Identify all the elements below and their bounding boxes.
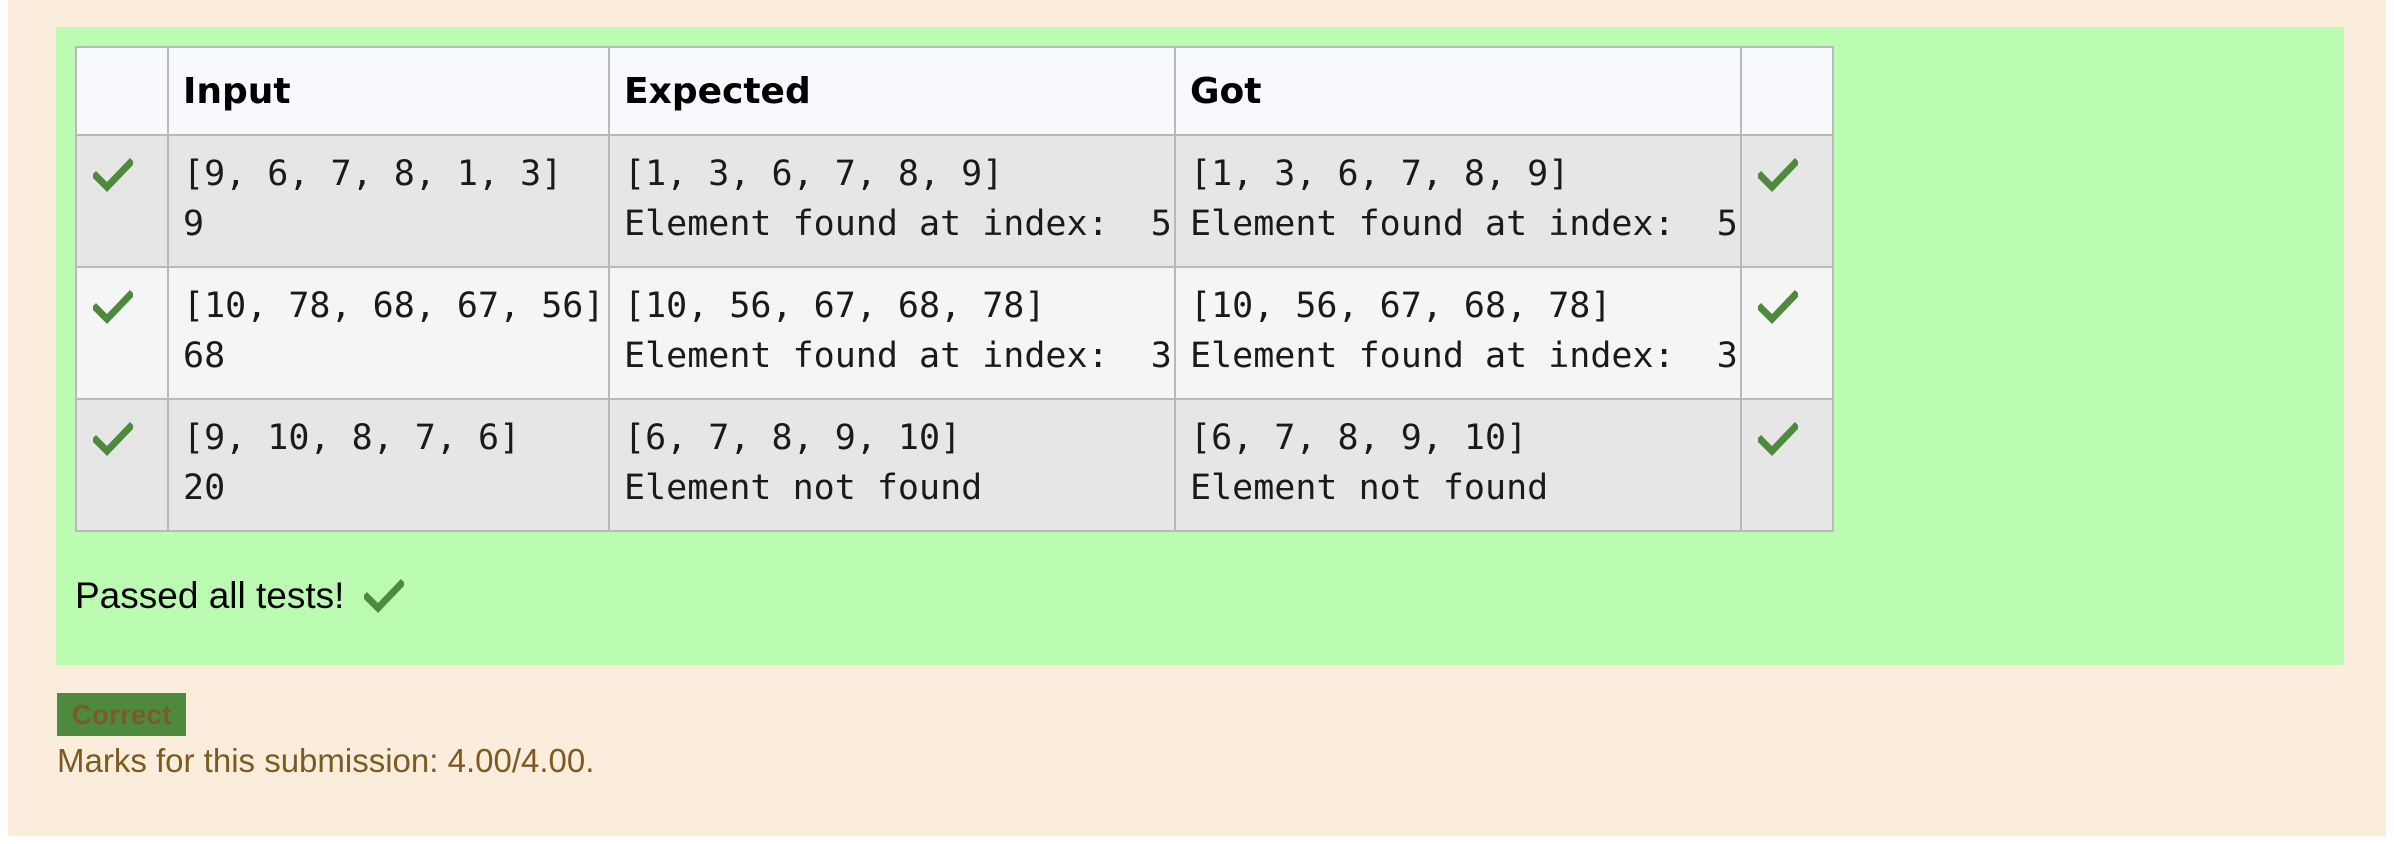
header-got: Got [1174,46,1742,136]
input-cell: [9, 10, 8, 7, 6] 20 [167,398,610,532]
row-status-cell [75,398,169,532]
header-result-col [1740,46,1834,136]
table-row: [9, 10, 8, 7, 6] 20 [6, 7, 8, 9, 10] Ele… [75,398,1834,532]
row-status-cell [75,266,169,400]
expected-cell: [10, 56, 67, 68, 78] Element found at in… [608,266,1176,400]
check-icon [93,422,133,456]
test-results-panel: Input Expected Got [9, 6, 7, 8, 1, 3] 9 … [56,27,2344,665]
input-cell: [9, 6, 7, 8, 1, 3] 9 [167,134,610,268]
check-icon [1758,422,1798,456]
row-status-cell [75,134,169,268]
summary-text: Passed all tests! [75,575,345,616]
row-result-cell [1740,398,1834,532]
check-icon [364,579,405,613]
correct-badge: Correct [57,693,186,736]
got-cell: [1, 3, 6, 7, 8, 9] Element found at inde… [1174,134,1742,268]
row-result-cell [1740,134,1834,268]
check-icon [93,290,133,324]
expected-cell: [1, 3, 6, 7, 8, 9] Element found at inde… [608,134,1176,268]
header-input: Input [167,46,610,136]
got-cell: [10, 56, 67, 68, 78] Element found at in… [1174,266,1742,400]
got-cell: [6, 7, 8, 9, 10] Element not found [1174,398,1742,532]
table-header-row: Input Expected Got [75,46,1834,136]
check-icon [1758,158,1798,192]
test-results-table: Input Expected Got [9, 6, 7, 8, 1, 3] 9 … [75,46,1834,532]
check-icon [93,158,133,192]
header-expected: Expected [608,46,1176,136]
tests-summary: Passed all tests! [75,575,405,617]
input-cell: [10, 78, 68, 67, 56] 68 [167,266,610,400]
header-status-col [75,46,169,136]
check-icon [1758,290,1798,324]
row-result-cell [1740,266,1834,400]
expected-cell: [6, 7, 8, 9, 10] Element not found [608,398,1176,532]
table-row: [9, 6, 7, 8, 1, 3] 9 [1, 3, 6, 7, 8, 9] … [75,134,1834,268]
table-row: [10, 78, 68, 67, 56] 68 [10, 56, 67, 68,… [75,266,1834,400]
marks-text: Marks for this submission: 4.00/4.00. [57,742,595,779]
page: Input Expected Got [9, 6, 7, 8, 1, 3] 9 … [8,0,2386,836]
